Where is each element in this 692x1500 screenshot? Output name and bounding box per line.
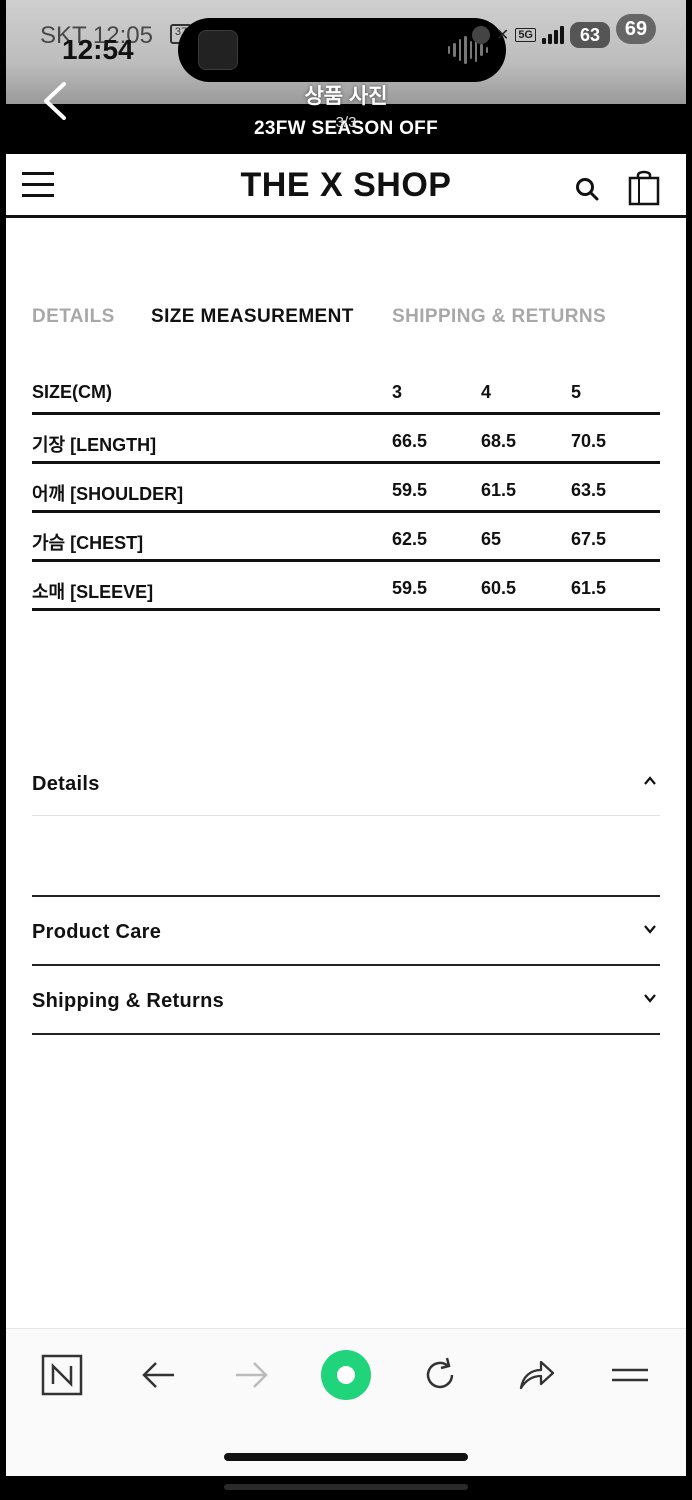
shopping-bag-icon[interactable] [628, 170, 660, 206]
refresh-icon[interactable] [416, 1351, 464, 1399]
chevron-up-icon[interactable] [642, 773, 658, 789]
image-counter: 3/3 [335, 114, 357, 131]
table-header-row: SIZE(CM) 3 4 5 [32, 366, 660, 415]
site-header: THE X SHOP [6, 154, 686, 218]
chevron-down-icon[interactable] [642, 990, 658, 1006]
signal-icon [542, 26, 564, 44]
battery-badge: 69 [616, 14, 656, 44]
table-cell: 59.5 [392, 578, 428, 598]
table-cell: 67.5 [571, 529, 607, 549]
accordion-title: Shipping & Returns [32, 990, 225, 1012]
row-label: 기장 [LENGTH] [32, 435, 157, 455]
table-cell: 70.5 [571, 431, 607, 451]
table-cell: 63.5 [571, 480, 607, 500]
focus-icon [471, 26, 490, 44]
accordion-shipping-returns[interactable]: Shipping & Returns [32, 966, 660, 1035]
green-home-icon[interactable] [318, 1347, 374, 1403]
table-cell: 65 [481, 529, 502, 549]
table-row: 어깨 [SHOULDER] 59.5 61.5 63.5 [32, 464, 660, 513]
table-row: 소매 [SLEEVE] 59.5 60.5 61.5 [32, 562, 660, 611]
menu-lines-icon[interactable] [606, 1351, 654, 1399]
table-row: 가슴 [CHEST] 62.5 65 67.5 [32, 513, 660, 562]
table-cell: 62.5 [392, 529, 428, 549]
battery-icon: 63 [570, 22, 610, 48]
column-header: SIZE(CM) [32, 382, 112, 402]
product-accordion: Details Product Care Shipping & Returns [32, 756, 660, 1035]
row-label: 소매 [SLEEVE] [32, 582, 154, 602]
row-label: 어깨 [SHOULDER] [32, 484, 184, 504]
back-arrow-icon[interactable] [134, 1351, 182, 1399]
share-icon[interactable] [512, 1351, 560, 1399]
home-indicator [224, 1453, 468, 1461]
forward-arrow-icon[interactable] [228, 1351, 276, 1399]
status-time: 12:54 [62, 34, 134, 65]
tab-shipping-returns[interactable]: SHIPPING & RETURNS [392, 306, 606, 328]
table-cell: 59.5 [392, 480, 428, 500]
battery-level: 63 [579, 25, 601, 45]
table-cell: 68.5 [481, 431, 517, 451]
accordion-details-content [32, 816, 660, 897]
row-label: 가슴 [CHEST] [32, 533, 144, 553]
column-header: 3 [392, 382, 403, 402]
size-table: SIZE(CM) 3 4 5 기장 [LENGTH] 66.5 68.5 70.… [32, 366, 660, 611]
column-header: 4 [481, 382, 492, 402]
accordion-title: Details [32, 773, 100, 795]
table-row: 기장 [LENGTH] 66.5 68.5 70.5 [32, 415, 660, 464]
chevron-down-icon[interactable] [642, 921, 658, 937]
table-cell: 61.5 [481, 480, 517, 500]
now-playing-artwork [198, 30, 238, 70]
status-right-group: ✕ 5G 63 69 [471, 14, 656, 50]
table-cell: 66.5 [392, 431, 428, 451]
table-cell: 61.5 [571, 578, 607, 598]
accordion-product-care[interactable]: Product Care [32, 897, 660, 966]
network-label: 5G [515, 28, 536, 42]
accordion-title: Product Care [32, 921, 162, 943]
search-icon[interactable] [574, 176, 600, 202]
tab-details[interactable]: DETAILS [32, 306, 115, 328]
browser-toolbar [6, 1328, 686, 1476]
table-cell: 60.5 [481, 578, 517, 598]
mute-icon: ✕ [495, 27, 510, 44]
outer-home-indicator [224, 1484, 468, 1490]
battery-level-top: 69 [624, 18, 648, 40]
screen: SKT 12:05 12:54 37 ✕ 5G 63 69 상품 사진 23FW… [6, 0, 686, 1476]
viewer-title: 상품 사진 [304, 85, 388, 108]
accordion-details[interactable]: Details [32, 756, 660, 816]
column-header: 5 [571, 382, 582, 402]
dynamic-island[interactable] [178, 18, 506, 82]
tab-size-measurement[interactable]: SIZE MEASUREMENT [151, 306, 354, 328]
naver-n-icon[interactable] [38, 1351, 86, 1399]
